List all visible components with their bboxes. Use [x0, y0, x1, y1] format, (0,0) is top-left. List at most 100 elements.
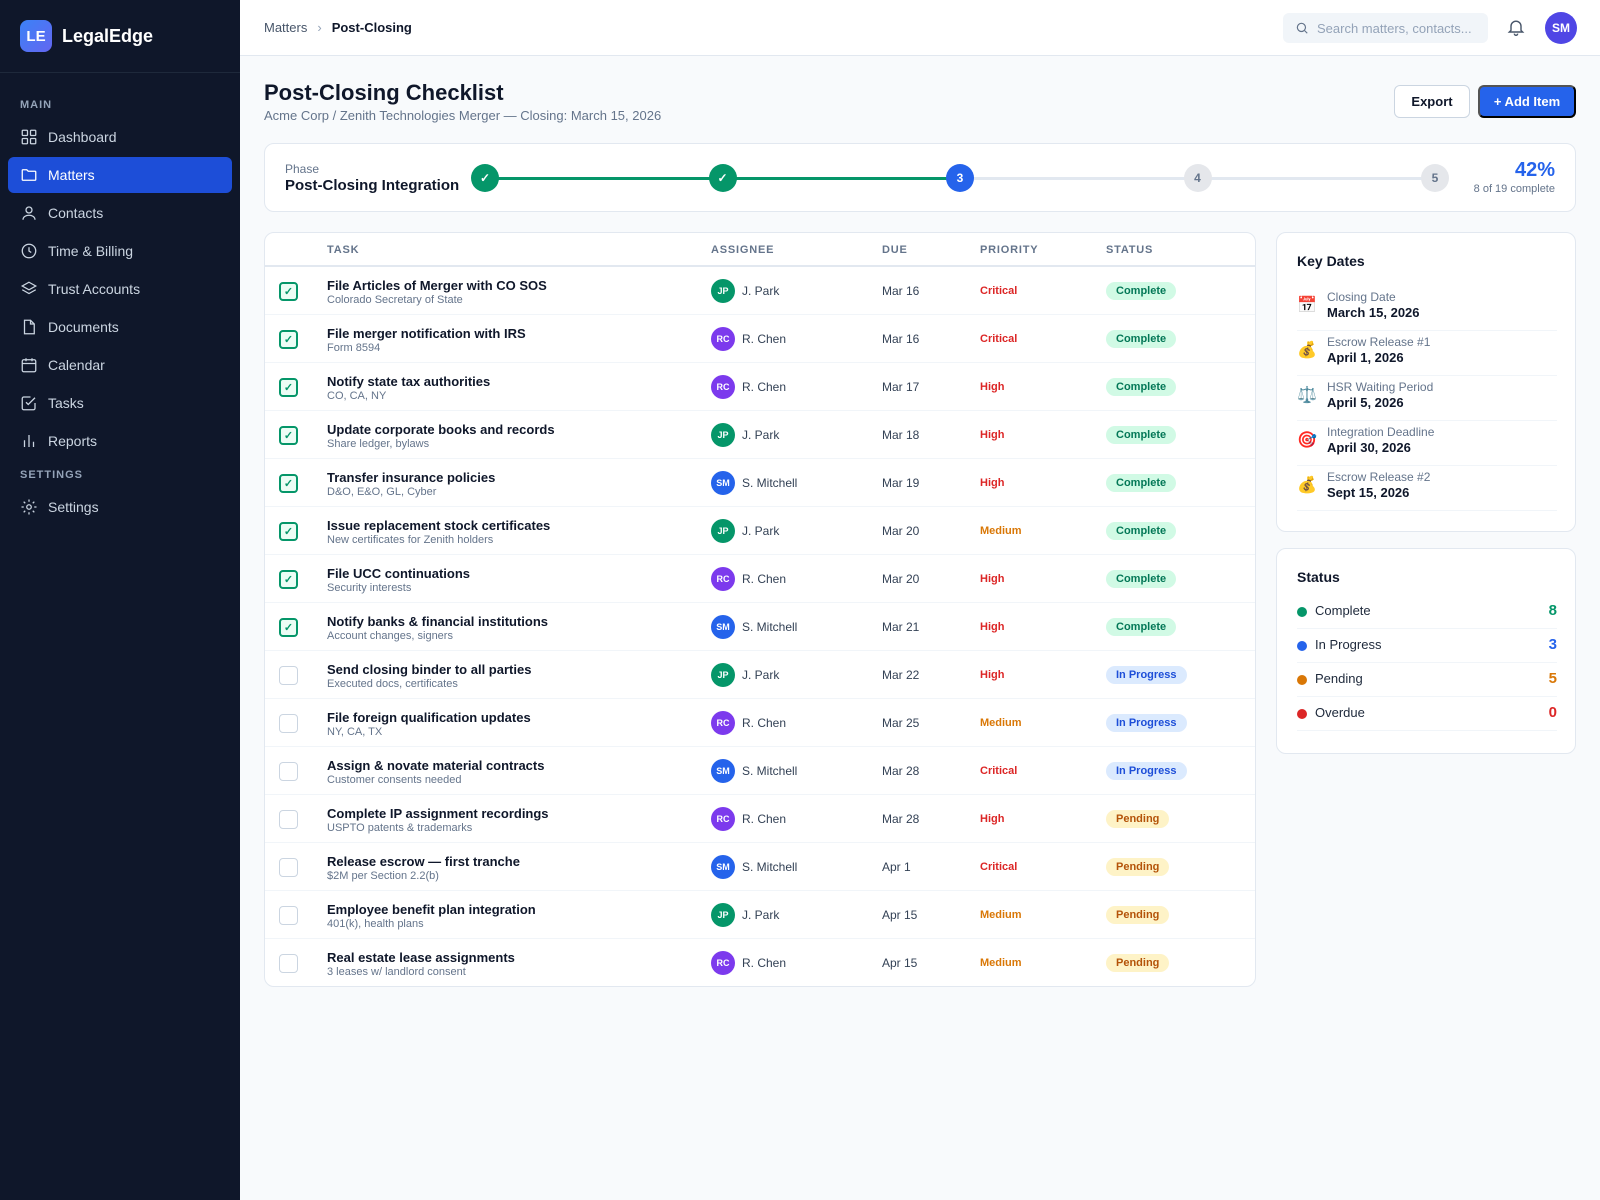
phase-step-4[interactable]: 4	[1183, 164, 1212, 192]
sidebar-item-label: Documents	[48, 319, 119, 335]
status-summary-count: 8	[1548, 602, 1557, 619]
task-title[interactable]: Employee benefit plan integration	[327, 902, 536, 917]
clock-icon	[20, 242, 38, 260]
task-checkbox[interactable]	[279, 954, 298, 973]
task-checkbox[interactable]: ✓	[279, 378, 298, 397]
task-checkbox[interactable]	[279, 762, 298, 781]
phase-step-2[interactable]: ✓	[708, 164, 737, 192]
breadcrumb: Matters › Post-Closing	[264, 20, 412, 35]
task-checkbox[interactable]: ✓	[279, 474, 298, 493]
phase-step-5[interactable]: 5	[1421, 164, 1449, 192]
page-title: Post-Closing Checklist	[264, 80, 504, 105]
phase-connector	[722, 177, 960, 180]
table-row[interactable]: Employee benefit plan integration 401(k),…	[265, 891, 1255, 939]
task-title[interactable]: Complete IP assignment recordings	[327, 806, 549, 821]
status-badge: Complete	[1106, 282, 1177, 300]
priority-label: Medium	[980, 525, 1022, 537]
task-checkbox[interactable]: ✓	[279, 330, 298, 349]
task-checkbox[interactable]	[279, 906, 298, 925]
breadcrumb-matters[interactable]: Matters	[264, 20, 307, 35]
task-checkbox[interactable]: ✓	[279, 570, 298, 589]
phase-step-1[interactable]: ✓	[471, 164, 499, 192]
table-row[interactable]: ✓ File Articles of Merger with CO SOS Colo…	[265, 267, 1255, 315]
status-summary-item[interactable]: In Progress 3	[1297, 629, 1557, 663]
task-checkbox[interactable]	[279, 666, 298, 685]
task-title[interactable]: Assign & novate material contracts	[327, 758, 544, 773]
task-title[interactable]: Issue replacement stock certificates	[327, 518, 550, 533]
due-date: Apr 15	[882, 908, 918, 922]
column-header-priority[interactable]: PRIORITY	[980, 244, 1038, 256]
task-title[interactable]: Send closing binder to all parties	[327, 662, 531, 677]
table-row[interactable]: ✓ File merger notification with IRS Form 8…	[265, 315, 1255, 363]
task-checkbox[interactable]	[279, 810, 298, 829]
status-summary-item[interactable]: Overdue 0	[1297, 697, 1557, 731]
column-header-due[interactable]: DUE	[882, 244, 908, 256]
check-icon: ✓	[283, 478, 294, 490]
table-row[interactable]: ✓ File UCC continuations Security interest…	[265, 555, 1255, 603]
status-summary-item[interactable]: Complete 8	[1297, 595, 1557, 629]
table-row[interactable]: Release escrow — first tranche $2M per Se…	[265, 843, 1255, 891]
table-row[interactable]: ✓ Notify state tax authorities CO, CA, NY R…	[265, 363, 1255, 411]
key-date-item: ⚖️ HSR Waiting Period April 5, 2026	[1297, 375, 1557, 421]
task-title[interactable]: Transfer insurance policies	[327, 470, 495, 485]
search-input[interactable]: Search matters, contacts...	[1283, 13, 1488, 43]
task-title[interactable]: Notify state tax authorities	[327, 374, 490, 389]
status-summary-title: Status	[1297, 569, 1340, 585]
chevron-right-icon: ›	[317, 20, 322, 35]
task-title[interactable]: Real estate lease assignments	[327, 950, 515, 965]
task-title[interactable]: File foreign qualification updates	[327, 710, 531, 725]
priority-label: Medium	[980, 909, 1022, 921]
task-checkbox[interactable]	[279, 714, 298, 733]
user-avatar[interactable]: SM	[1545, 12, 1577, 44]
sidebar-item-trust-accounts[interactable]: Trust Accounts	[8, 271, 232, 307]
table-row[interactable]: Real estate lease assignments 3 leases w/…	[265, 939, 1255, 986]
task-title[interactable]: File UCC continuations	[327, 566, 470, 581]
table-row[interactable]: Send closing binder to all parties Execut…	[265, 651, 1255, 699]
task-checkbox[interactable]	[279, 858, 298, 877]
table-row[interactable]: Assign & novate material contracts Custom…	[265, 747, 1255, 795]
column-header-status[interactable]: STATUS	[1106, 244, 1153, 256]
assignee-avatar: JP	[711, 903, 735, 927]
task-checkbox[interactable]: ✓	[279, 522, 298, 541]
assignee-avatar: RC	[711, 711, 735, 735]
sidebar-item-matters[interactable]: Matters	[8, 157, 232, 193]
brand[interactable]: LE LegalEdge	[0, 0, 240, 73]
phase-step-3[interactable]: 3	[946, 164, 974, 192]
table-row[interactable]: ✓ Issue replacement stock certificates New…	[265, 507, 1255, 555]
table-row[interactable]: Complete IP assignment recordings USPTO p…	[265, 795, 1255, 843]
table-row[interactable]: ✓ Update corporate books and records Share…	[265, 411, 1255, 459]
layers-icon	[20, 280, 38, 298]
task-subtitle: D&O, E&O, GL, Cyber	[327, 486, 437, 498]
assignee-name: R. Chen	[742, 956, 787, 970]
sidebar-item-tasks[interactable]: Tasks	[8, 385, 232, 421]
add-item-button[interactable]: + Add Item	[1478, 85, 1576, 118]
sidebar-item-time-billing[interactable]: Time & Billing	[8, 233, 232, 269]
task-title[interactable]: File Articles of Merger with CO SOS	[327, 278, 547, 293]
task-subtitle: 401(k), health plans	[327, 918, 424, 930]
task-title[interactable]: File merger notification with IRS	[327, 326, 526, 341]
breadcrumb-current: Post-Closing	[331, 20, 412, 35]
table-row[interactable]: File foreign qualification updates NY, CA…	[265, 699, 1255, 747]
column-header-assignee[interactable]: ASSIGNEE	[711, 244, 774, 256]
notifications-button[interactable]	[1506, 17, 1528, 39]
task-title[interactable]: Update corporate books and records	[327, 422, 555, 437]
export-button[interactable]: Export	[1394, 85, 1470, 118]
task-title[interactable]: Release escrow — first tranche	[327, 854, 520, 869]
assignee-name: S. Mitchell	[742, 476, 798, 490]
sidebar-item-settings[interactable]: Settings	[8, 489, 232, 525]
table-row[interactable]: ✓ Notify banks & financial institutions Ac…	[265, 603, 1255, 651]
bell-icon	[1507, 20, 1525, 36]
task-checkbox[interactable]: ✓	[279, 282, 298, 301]
sidebar-item-contacts[interactable]: Contacts	[8, 195, 232, 231]
sidebar-item-reports[interactable]: Reports	[8, 423, 232, 459]
task-title[interactable]: Notify banks & financial institutions	[327, 614, 548, 629]
sidebar-item-dashboard[interactable]: Dashboard	[8, 119, 232, 155]
column-header-task[interactable]: TASK	[327, 244, 359, 256]
sidebar-item-documents[interactable]: Documents	[8, 309, 232, 345]
sidebar-item-label: Dashboard	[48, 129, 117, 145]
status-summary-item[interactable]: Pending 5	[1297, 663, 1557, 697]
sidebar-item-calendar[interactable]: Calendar	[8, 347, 232, 383]
task-checkbox[interactable]: ✓	[279, 426, 298, 445]
table-row[interactable]: ✓ Transfer insurance policies D&O, E&O, GL…	[265, 459, 1255, 507]
task-checkbox[interactable]: ✓	[279, 618, 298, 637]
